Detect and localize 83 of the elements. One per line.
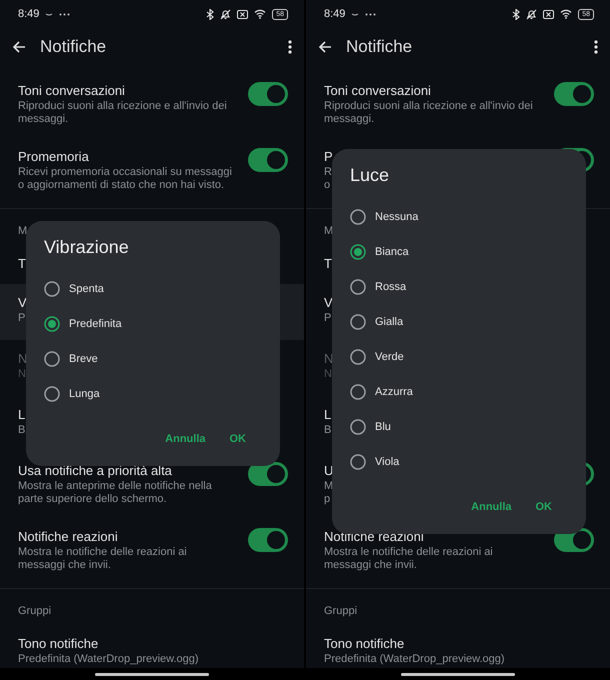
setting-description: messaggi. — [324, 113, 374, 126]
status-time: 8:49 — [18, 8, 40, 20]
status-time: 8:49 — [324, 8, 346, 20]
toggle-switch[interactable] — [554, 82, 594, 106]
setting-description: parte superiore dello schermo. — [18, 493, 167, 506]
section-header: Gruppi — [324, 605, 358, 617]
more-dots-icon — [59, 12, 70, 16]
setting-title: Usa notifiche a priorità alta — [18, 462, 172, 480]
option-label[interactable]: Blu — [375, 420, 391, 432]
option-label[interactable]: Viola — [375, 456, 400, 468]
cancel-button[interactable]: Annulla — [165, 433, 206, 445]
setting-title: Promemoria — [18, 148, 89, 166]
screen-title: Notifiche — [346, 37, 414, 57]
setting-title: P — [324, 148, 333, 166]
crossed-box-icon — [237, 9, 248, 19]
dialog-title: Luce — [349, 165, 390, 185]
cancel-button[interactable]: Annulla — [471, 501, 512, 513]
setting-description: P — [18, 312, 26, 325]
setting-description: P — [324, 312, 332, 325]
bluetooth-icon — [512, 8, 520, 20]
option-label[interactable]: Predefinita — [69, 318, 122, 330]
setting-title: L — [18, 406, 26, 424]
setting-description: Mostra le anteprime delle notifiche nella — [18, 480, 212, 493]
back-icon[interactable] — [318, 40, 332, 54]
option-label[interactable]: Gialla — [375, 316, 404, 328]
option-label[interactable]: Nessuna — [375, 210, 418, 222]
screen-title: Notifiche — [40, 37, 108, 57]
option-label[interactable]: Bianca — [375, 246, 409, 258]
setting-description: o — [324, 179, 330, 192]
option-label[interactable]: Spenta — [69, 282, 104, 294]
setting-description: N — [324, 368, 332, 381]
setting-description: Mostra le notifiche delle reazioni ai — [18, 546, 187, 559]
setting-title: Toni conversazioni — [324, 82, 431, 100]
option-label[interactable]: Lunga — [69, 388, 100, 400]
option-label[interactable]: Azzurra — [375, 386, 413, 398]
setting-description: p — [324, 493, 330, 506]
setting-description: B — [324, 424, 332, 437]
option-label[interactable]: Rossa — [375, 280, 406, 292]
ok-button[interactable]: OK — [230, 433, 246, 445]
setting-title: V — [324, 294, 333, 312]
setting-description: R — [324, 166, 332, 179]
option-label[interactable]: Breve — [69, 352, 98, 364]
dialog-title: Vibrazione — [43, 237, 130, 257]
setting-title: T — [18, 255, 26, 273]
setting-title: Tono notifiche — [18, 635, 98, 653]
setting-title: T — [324, 255, 332, 273]
setting-description: Riproduci suoni alla ricezione e all'invio dei — [18, 100, 227, 113]
setting-description: Ricevi promemoria occasionali su messaggi — [18, 166, 232, 179]
toggle-switch[interactable] — [248, 528, 288, 552]
bell-off-icon — [526, 8, 538, 20]
setting-description: o aggiornamenti di stato che non hai visto. — [18, 179, 224, 192]
setting-description: B — [18, 424, 26, 437]
more-options-icon[interactable] — [288, 40, 292, 54]
curve-icon — [45, 11, 54, 17]
back-icon[interactable] — [12, 40, 26, 54]
more-dots-icon — [365, 12, 376, 16]
toggle-switch[interactable] — [248, 82, 288, 106]
curve-icon — [351, 11, 360, 17]
ok-button[interactable]: OK — [536, 501, 552, 513]
setting-title: L — [324, 406, 332, 424]
setting-description: Predefinita (WaterDrop_preview.ogg) — [324, 653, 505, 666]
wifi-icon — [254, 9, 266, 19]
setting-description: messaggi che invii. — [324, 559, 417, 572]
option-label[interactable]: Verde — [375, 350, 404, 362]
more-options-icon[interactable] — [594, 40, 598, 54]
setting-description: Predefinita (WaterDrop_preview.ogg) — [18, 653, 199, 666]
section-header: M — [18, 225, 28, 237]
bluetooth-icon — [206, 8, 214, 20]
setting-title: V — [18, 294, 27, 312]
setting-description: messaggi. — [18, 113, 68, 126]
toggle-switch[interactable] — [248, 148, 288, 172]
crossed-box-icon — [543, 9, 554, 19]
setting-title: Toni conversazioni — [18, 82, 125, 100]
setting-description: Riproduci suoni alla ricezione e all'invio dei — [324, 100, 533, 113]
wifi-icon — [560, 9, 572, 19]
bell-off-icon — [220, 8, 232, 20]
toggle-switch[interactable] — [248, 462, 288, 486]
setting-title: Tono notifiche — [324, 635, 404, 653]
setting-description: messaggi che invii. — [18, 559, 111, 572]
section-header: Gruppi — [18, 605, 52, 617]
setting-title: Notifiche reazioni — [18, 528, 118, 546]
setting-description: N — [18, 368, 26, 381]
setting-description: Mostra le notifiche delle reazioni ai — [324, 546, 493, 559]
